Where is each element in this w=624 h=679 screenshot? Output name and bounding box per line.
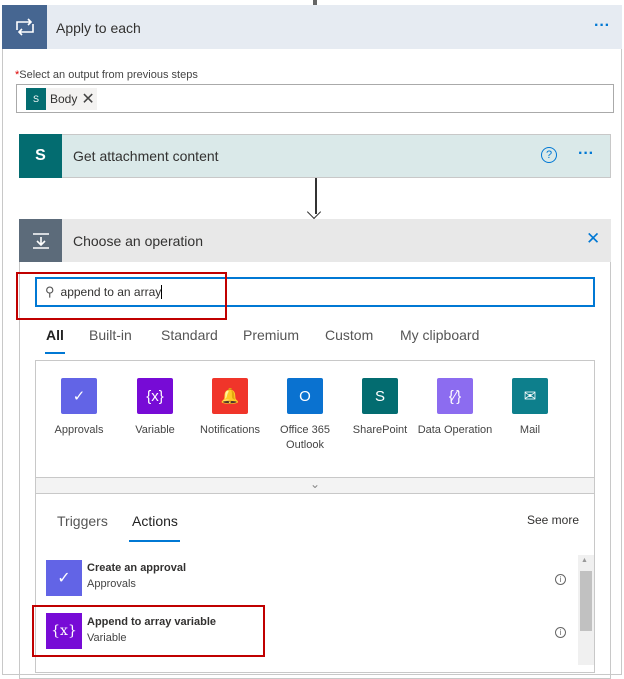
mail-icon[interactable]: ✉ — [512, 378, 548, 414]
connector-label[interactable]: Office 365 Outlook — [267, 423, 343, 453]
tab-premium[interactable]: Premium — [243, 327, 299, 343]
token-remove-icon[interactable]: ✕ — [81, 89, 94, 109]
output-input[interactable] — [16, 84, 614, 113]
loop-icon — [2, 5, 47, 49]
action-highlight — [32, 605, 265, 657]
active-subtab-underline — [129, 540, 180, 542]
sharepoint-icon: S — [19, 134, 62, 178]
connector-label[interactable]: Approvals — [41, 423, 117, 438]
body-token[interactable]: S Body ✕ — [26, 88, 97, 110]
get-attachment-title: Get attachment content — [73, 148, 219, 164]
variable-icon[interactable]: {x} — [137, 378, 173, 414]
help-icon[interactable]: ? — [541, 147, 557, 163]
scroll-up-icon[interactable]: ▲ — [581, 557, 588, 564]
see-more-link[interactable]: See more — [527, 513, 579, 527]
tab-triggers[interactable]: Triggers — [57, 513, 108, 529]
active-tab-underline — [45, 352, 65, 354]
info-icon[interactable]: i — [555, 627, 566, 638]
connector-label[interactable]: Mail — [492, 423, 568, 438]
tab-all[interactable]: All — [46, 327, 64, 343]
connector-label[interactable]: Variable — [117, 423, 193, 438]
sharepoint-icon: S — [26, 88, 46, 110]
close-button[interactable]: ✕ — [586, 229, 600, 249]
data-operation-icon[interactable]: {∕} — [437, 378, 473, 414]
connector-label[interactable]: Notifications — [192, 423, 268, 438]
tab-my-clipboard[interactable]: My clipboard — [400, 327, 479, 343]
connector-label[interactable]: Data Operation — [417, 423, 493, 438]
search-highlight — [16, 272, 227, 320]
collapse-chevron[interactable]: ⌄ — [35, 477, 595, 494]
apply-more-button[interactable]: ··· — [594, 17, 610, 35]
attachment-more-button[interactable]: ··· — [578, 145, 594, 163]
tab-built-in[interactable]: Built-in — [89, 327, 132, 343]
notifications-icon[interactable]: 🔔 — [212, 378, 248, 414]
token-label: Body — [50, 92, 78, 106]
output-field-label: Select an output from previous steps — [19, 69, 198, 81]
apply-to-each-title: Apply to each — [56, 20, 141, 36]
tab-actions[interactable]: Actions — [132, 513, 178, 529]
scrollbar-thumb[interactable] — [580, 571, 592, 631]
action-title[interactable]: Create an approval — [87, 562, 186, 574]
tab-standard[interactable]: Standard — [161, 327, 218, 343]
choose-operation-title: Choose an operation — [73, 233, 203, 249]
operation-icon — [19, 219, 62, 262]
connector-label[interactable]: SharePoint — [342, 423, 418, 438]
action-subtitle: Approvals — [87, 578, 136, 590]
office-365-outlook-icon[interactable]: O — [287, 378, 323, 414]
sharepoint-icon[interactable]: S — [362, 378, 398, 414]
approvals-icon: ✓ — [46, 560, 82, 596]
approvals-icon[interactable]: ✓ — [61, 378, 97, 414]
tab-custom[interactable]: Custom — [325, 327, 373, 343]
info-icon[interactable]: i — [555, 574, 566, 585]
